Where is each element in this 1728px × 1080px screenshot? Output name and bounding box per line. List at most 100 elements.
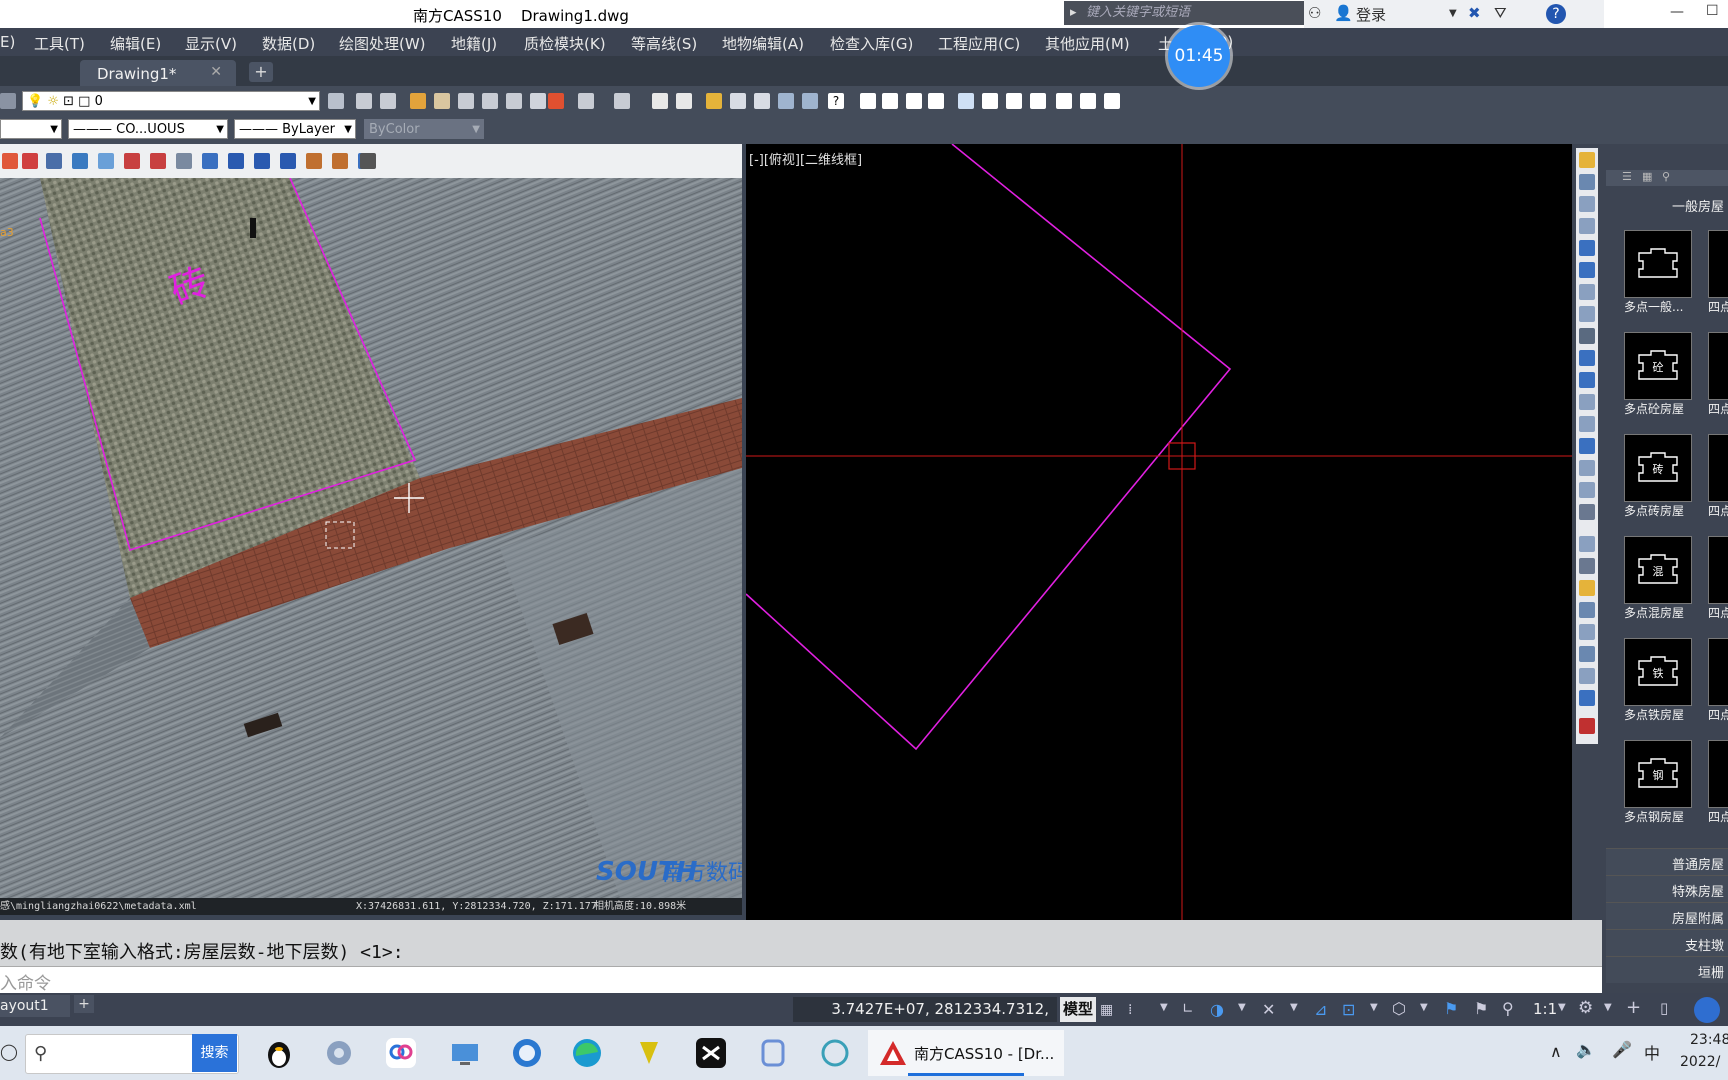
new-tab-button[interactable]: + bbox=[249, 62, 273, 82]
copy-object-icon[interactable] bbox=[1579, 174, 1595, 190]
ortho-icon[interactable]: ∟ bbox=[1182, 1001, 1194, 1017]
color-combo[interactable]: ▼ bbox=[0, 119, 62, 139]
table-icon[interactable] bbox=[676, 93, 692, 109]
layer-properties-icon[interactable] bbox=[0, 93, 16, 109]
stretch-icon[interactable] bbox=[1579, 328, 1595, 344]
hand-icon[interactable] bbox=[434, 93, 450, 109]
zoom-icon[interactable] bbox=[458, 93, 474, 109]
drawing-viewport[interactable]: [-][俯视][二维线框] bbox=[746, 144, 1572, 920]
copy-icon[interactable] bbox=[332, 153, 348, 169]
qq-penguin-icon[interactable] bbox=[260, 1034, 298, 1072]
sheet-icon[interactable] bbox=[652, 93, 668, 109]
dimension-icon[interactable] bbox=[906, 93, 922, 109]
edit-poly-icon[interactable] bbox=[1579, 536, 1595, 552]
undo-icon[interactable] bbox=[578, 93, 594, 109]
start-fragment-icon[interactable]: ◯ bbox=[0, 1042, 18, 1061]
transparency-icon[interactable]: ⊡ bbox=[1342, 1000, 1355, 1019]
undo-group-icon[interactable] bbox=[1579, 624, 1595, 640]
exchange-icon[interactable]: ✖ bbox=[1468, 4, 1481, 22]
layer-states-icon[interactable] bbox=[328, 93, 344, 109]
dropdown-arrow-icon[interactable]: ▼ bbox=[1558, 1002, 1566, 1013]
pan-realtime-icon[interactable] bbox=[410, 93, 426, 109]
trim-icon[interactable] bbox=[778, 93, 794, 109]
list-view-icon[interactable]: ☰ bbox=[1622, 170, 1632, 183]
gear-icon[interactable]: ⚙ bbox=[1578, 998, 1593, 1018]
menu-item-data[interactable]: 数据(D) bbox=[262, 33, 315, 54]
a360-icon[interactable]: ⛛ bbox=[1494, 4, 1507, 22]
select-icon[interactable] bbox=[1579, 668, 1595, 684]
dropdown-arrow-icon[interactable]: ▼ bbox=[1604, 1002, 1612, 1013]
microphone-icon[interactable]: 🎤 bbox=[1612, 1040, 1632, 1059]
ime-indicator[interactable]: 中 bbox=[1644, 1040, 1660, 1064]
tab-drawing1[interactable]: Drawing1* ✕ bbox=[80, 60, 236, 86]
maximize-button[interactable]: ☐ bbox=[1706, 3, 1719, 19]
move-object-icon[interactable] bbox=[1579, 262, 1595, 278]
login-dropdown-icon[interactable]: ▼ bbox=[1449, 8, 1457, 19]
dim-text-icon[interactable] bbox=[882, 93, 898, 109]
offset-icon[interactable] bbox=[1579, 218, 1595, 234]
move-icon[interactable] bbox=[730, 93, 746, 109]
tray-expand-icon[interactable]: ∧ bbox=[1550, 1042, 1562, 1061]
erase-icon[interactable] bbox=[1579, 152, 1595, 168]
scale-icon[interactable] bbox=[1579, 306, 1595, 322]
browser-360-icon[interactable] bbox=[508, 1034, 546, 1072]
zoom-extents-icon[interactable] bbox=[506, 93, 522, 109]
palette-item-iron[interactable]: 铁 bbox=[1624, 638, 1692, 706]
break-icon[interactable] bbox=[1579, 394, 1595, 410]
isolate-icon[interactable]: ▯ bbox=[1660, 999, 1668, 1017]
leader-icon[interactable] bbox=[928, 93, 944, 109]
palette-item-fourpoint-3[interactable] bbox=[1708, 434, 1728, 502]
recording-timer[interactable]: 01:45 bbox=[1168, 25, 1230, 87]
palette-item-fourpoint-4[interactable] bbox=[1708, 536, 1728, 604]
edit-vertex-icon[interactable] bbox=[254, 153, 270, 169]
osnap-icon[interactable]: ✕ bbox=[1262, 1000, 1275, 1019]
help-button[interactable]: ? bbox=[1546, 4, 1566, 24]
aerial-photo[interactable]: 砖 a3 SOUTH 南方数码 bbox=[0, 178, 742, 898]
chart-icon[interactable] bbox=[124, 153, 140, 169]
edge-browser-icon[interactable] bbox=[568, 1034, 606, 1072]
redo-icon[interactable] bbox=[614, 93, 630, 109]
palette-item-fourpoint-1[interactable] bbox=[1708, 230, 1728, 298]
measure-icon[interactable] bbox=[46, 153, 62, 169]
app-blue-icon[interactable] bbox=[754, 1034, 792, 1072]
snap-icon[interactable] bbox=[754, 93, 770, 109]
hardware-acceleration-icon[interactable] bbox=[1694, 997, 1720, 1023]
grid-view-icon[interactable]: ▦ bbox=[1642, 170, 1652, 183]
pin-icon[interactable]: ⚲ bbox=[1662, 170, 1670, 183]
minimize-button[interactable]: — bbox=[1670, 4, 1684, 20]
save-icon[interactable] bbox=[380, 93, 396, 109]
scale-value[interactable]: 1:1 bbox=[1533, 1000, 1557, 1018]
menu-item-view[interactable]: 显示(V) bbox=[185, 33, 237, 54]
dim-style-icon[interactable] bbox=[1104, 93, 1120, 109]
gear-icon[interactable] bbox=[360, 153, 376, 169]
palette-item-general[interactable] bbox=[1624, 230, 1692, 298]
delete-point-icon[interactable] bbox=[22, 153, 38, 169]
app-yellow-icon[interactable] bbox=[630, 1034, 668, 1072]
computer-icon[interactable] bbox=[446, 1034, 484, 1072]
dim-linear-icon[interactable] bbox=[958, 93, 974, 109]
close-tab-icon[interactable]: ✕ bbox=[210, 64, 222, 80]
cass-taskbar-button[interactable]: 南方CASS10 - [Dr... bbox=[868, 1030, 1064, 1076]
tool-icon[interactable] bbox=[320, 1034, 358, 1072]
clock-date[interactable]: 2022/ bbox=[1680, 1054, 1720, 1070]
spline-edit-icon[interactable] bbox=[1579, 558, 1595, 574]
menu-item-other[interactable]: 其他应用(M) bbox=[1045, 33, 1130, 54]
extend-object-icon[interactable] bbox=[1579, 372, 1595, 388]
zoom-window-icon[interactable] bbox=[482, 93, 498, 109]
command-input[interactable]: 入命令 bbox=[0, 966, 1602, 994]
edit-pencil-icon[interactable] bbox=[1579, 580, 1595, 596]
blend-icon[interactable] bbox=[1579, 482, 1595, 498]
palette-item-mixed[interactable]: 混 bbox=[1624, 536, 1692, 604]
help-question-icon[interactable]: ? bbox=[828, 93, 844, 109]
explode-icon[interactable] bbox=[1579, 504, 1595, 520]
add-layout-button[interactable]: + bbox=[74, 995, 94, 1013]
layer-combo[interactable]: 💡 ☼ ⊡ □ 0 ▼ bbox=[22, 91, 320, 111]
dim-angular-icon[interactable] bbox=[1006, 93, 1022, 109]
annotation-visibility-icon[interactable]: ⚑ bbox=[1444, 999, 1458, 1018]
linetype-combo[interactable]: ——— CO...UOUS ▼ bbox=[68, 119, 228, 139]
plus-icon[interactable]: + bbox=[1626, 997, 1641, 1018]
menu-item-cadastral[interactable]: 地籍(J) bbox=[451, 33, 497, 54]
dim-radius-icon[interactable] bbox=[1030, 93, 1046, 109]
auto-scale-icon[interactable]: ⚑ bbox=[1474, 999, 1488, 1018]
polar-icon[interactable]: ◑ bbox=[1210, 1000, 1224, 1019]
